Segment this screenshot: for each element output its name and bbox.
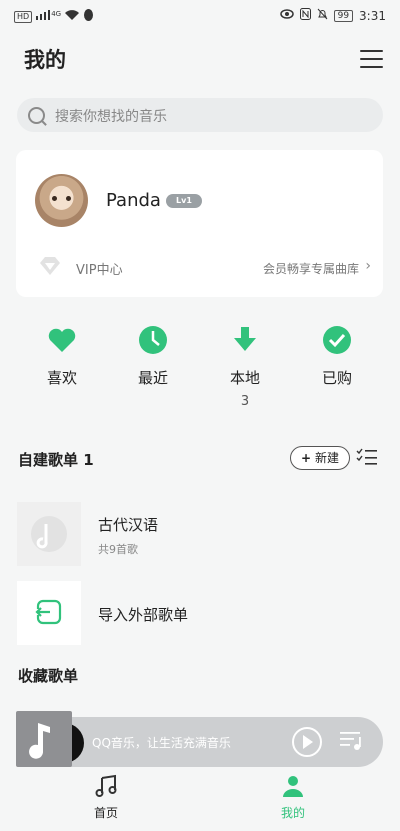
avatar[interactable] [35, 174, 88, 227]
local-count: 3 [240, 394, 250, 409]
tab-label: 我的 [280, 806, 305, 820]
music-note-icon [16, 711, 72, 767]
wifi-icon [65, 10, 80, 23]
quick-action-label: 喜欢 [46, 369, 77, 387]
list-manage-icon[interactable] [356, 448, 378, 466]
menu-icon[interactable] [360, 50, 384, 68]
playlist-name: 古代汉语 [98, 516, 159, 534]
vip-description[interactable]: 会员畅享专属曲库 [263, 260, 359, 277]
battery-indicator: 99 [333, 9, 354, 22]
tab-mine[interactable]: 我的 [253, 774, 333, 821]
music-note-icon [94, 774, 118, 798]
search-icon [28, 107, 45, 124]
quick-action-like[interactable]: 喜欢 [32, 325, 92, 388]
import-label: 导入外部歌单 [98, 606, 189, 624]
mute-icon [317, 8, 328, 23]
level-badge: Lv1 [166, 194, 202, 208]
plus-icon: + [301, 451, 312, 465]
playlist-cover [17, 502, 81, 566]
quick-action-recent[interactable]: 最近 [123, 325, 183, 388]
download-icon [230, 325, 260, 355]
status-bar: HD 4G 99 3:31 [0, 0, 400, 32]
chevron-right-icon: › [365, 258, 371, 274]
play-icon[interactable] [292, 727, 322, 757]
qq-penguin-icon [83, 9, 94, 24]
playlist-icon[interactable] [340, 731, 362, 751]
check-icon [322, 325, 352, 355]
section-title-collected: 收藏歌单 [18, 667, 79, 685]
heart-icon [47, 325, 77, 355]
diamond-icon [38, 256, 62, 276]
page-title: 我的 [24, 48, 66, 72]
time: 3:31 [359, 8, 386, 23]
quick-action-local[interactable]: 本地 3 [215, 325, 275, 409]
quick-action-label: 已购 [321, 369, 352, 387]
search-bar[interactable]: 搜索你想找的音乐 [17, 98, 383, 132]
new-playlist-button[interactable]: + 新建 [290, 446, 350, 470]
signal-icon [36, 10, 51, 23]
tab-label: 首页 [93, 806, 118, 820]
vip-center-label[interactable]: VIP中心 [76, 259, 123, 278]
tab-bar: 首页 我的 [0, 770, 400, 831]
quick-action-purchased[interactable]: 已购 [307, 325, 367, 388]
mini-player[interactable]: QQ音乐，让生活充满音乐 [16, 711, 383, 767]
playlist-count: 共9首歌 [98, 543, 138, 556]
search-placeholder: 搜索你想找的音乐 [55, 109, 167, 125]
username[interactable]: Panda [106, 190, 161, 211]
new-label: 新建 [314, 451, 339, 465]
nfc-icon [299, 8, 311, 23]
person-icon [281, 774, 305, 798]
network-label: 4G [51, 9, 62, 18]
hd-badge: HD [14, 10, 33, 23]
tab-home[interactable]: 首页 [66, 774, 146, 821]
clock-icon [138, 325, 168, 355]
profile-card[interactable]: Panda Lv1 VIP中心 会员畅享专属曲库 › [16, 150, 383, 297]
quick-action-label: 本地 [229, 369, 260, 387]
eye-icon [279, 9, 294, 22]
import-icon [17, 581, 81, 645]
section-title-playlists: 自建歌单 1 [18, 451, 94, 469]
player-text: QQ音乐，让生活充满音乐 [92, 736, 231, 750]
quick-action-label: 最近 [137, 369, 168, 387]
